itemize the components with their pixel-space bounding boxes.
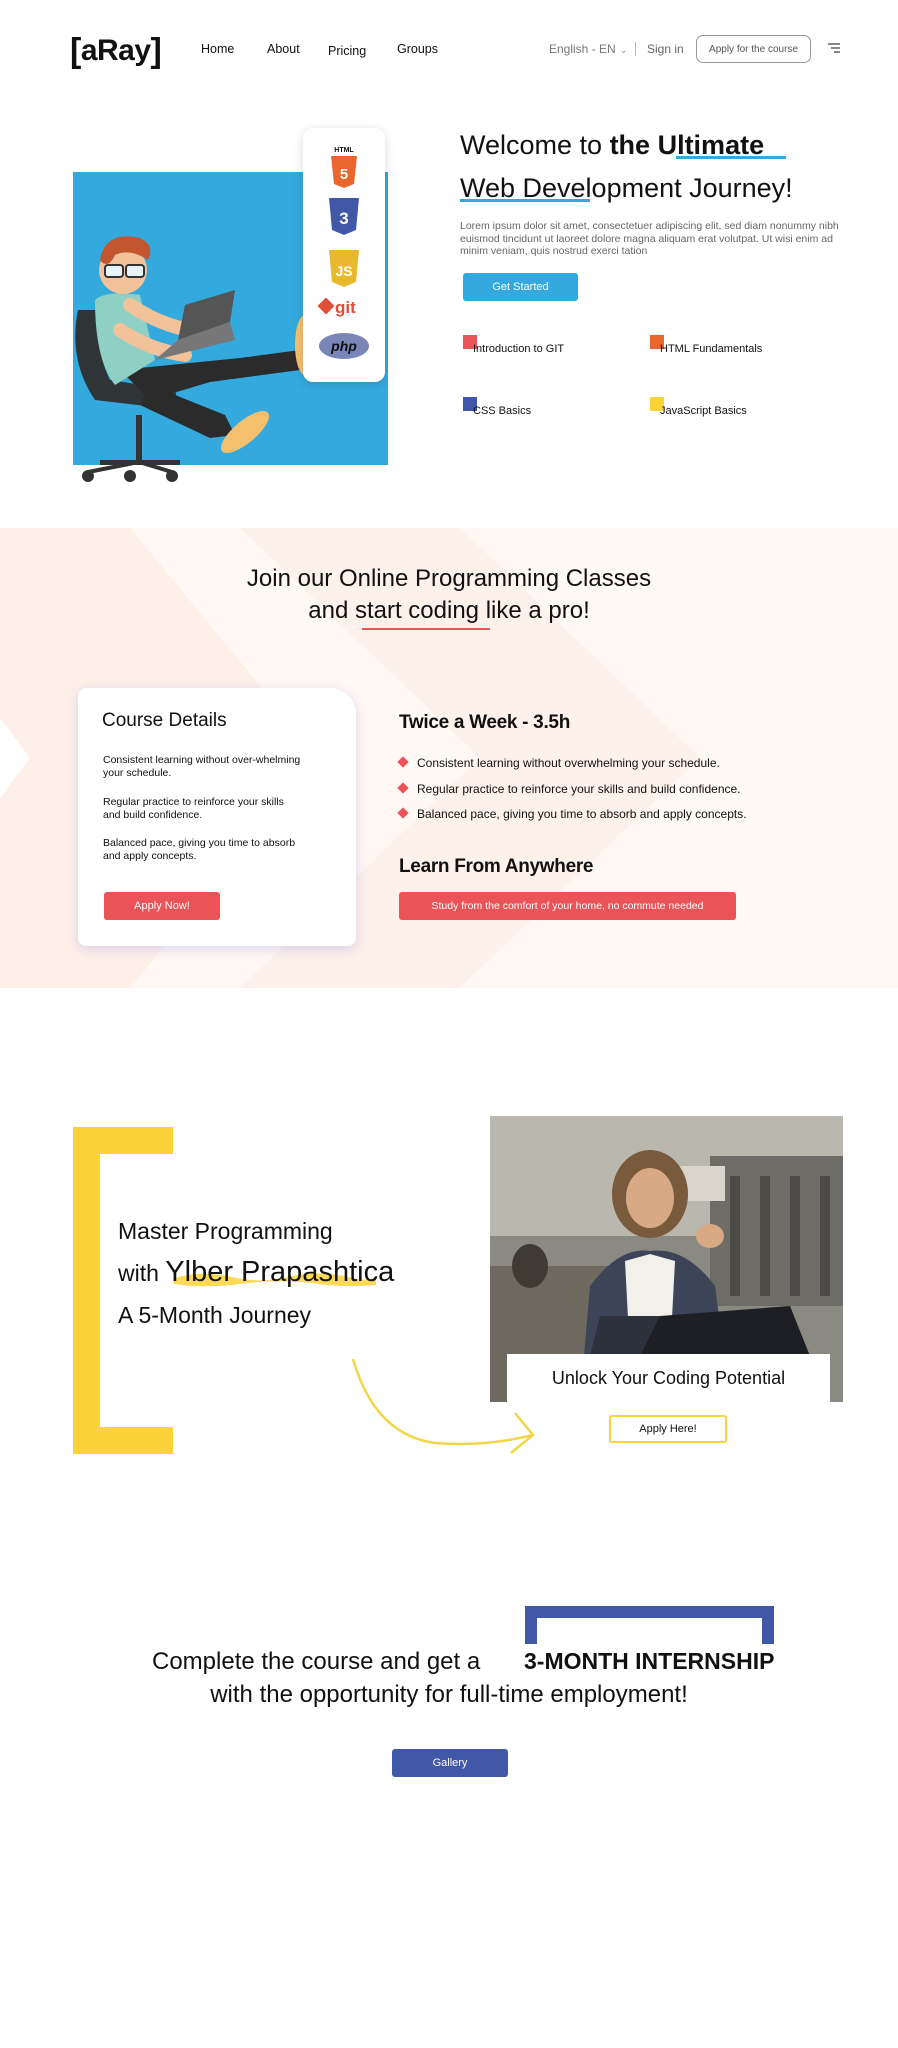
tech-stack-card: HTML 5 3 JS git php	[303, 128, 385, 382]
language-label: English - EN	[549, 42, 616, 56]
anywhere-title: Learn From Anywhere	[399, 856, 594, 877]
svg-text:php: php	[330, 338, 357, 354]
apply-course-button[interactable]: Apply for the course	[696, 35, 811, 63]
internship-highlight: 3-MONTH INTERNSHIP	[524, 1648, 775, 1674]
git-icon: git	[317, 297, 356, 317]
diamond-bullet-icon	[397, 807, 409, 819]
course-point: Consistent learning without over-whelmin…	[103, 754, 301, 779]
language-selector[interactable]: English - EN ⌄	[549, 42, 627, 56]
bullet-text: Consistent learning without overwhelming…	[417, 756, 720, 770]
photo-caption: Unlock Your Coding Potential	[507, 1354, 830, 1403]
title-underline	[676, 156, 786, 159]
hero-title: Welcome to the Ultimate Web Development …	[460, 124, 793, 210]
topic-javascript: JavaScript Basics	[650, 397, 747, 417]
apply-now-button[interactable]: Apply Now!	[104, 892, 220, 920]
course-point: Regular practice to reinforce your skill…	[103, 796, 284, 821]
topic-label: Introduction to GIT	[473, 343, 565, 355]
topic-label: CSS Basics	[473, 405, 532, 417]
svg-text:HTML: HTML	[334, 147, 354, 154]
internship-line1: Complete the course and get a	[152, 1648, 481, 1675]
internship-line2: with the opportunity for full-time emplo…	[210, 1681, 688, 1708]
master-line2: with Ylber Prapashtica	[118, 1256, 394, 1289]
svg-text:git: git	[335, 298, 356, 317]
course-point: Balanced pace, giving you time to absorb…	[103, 837, 296, 862]
html5-icon: HTML 5	[331, 147, 357, 188]
svg-text:JS: JS	[335, 263, 352, 279]
diamond-bullet-icon	[397, 756, 409, 768]
topic-css: CSS Basics	[463, 397, 532, 417]
topic-label: HTML Fundamentals	[660, 343, 763, 355]
bullet-text: Regular practice to reinforce your skill…	[417, 782, 741, 796]
bullet-text: Balanced pace, giving you time to absorb…	[417, 807, 747, 821]
schedule-title: Twice a Week - 3.5h	[399, 712, 571, 733]
master-line3: A 5-Month Journey	[118, 1302, 312, 1328]
diamond-bullet-icon	[397, 782, 409, 794]
nav-groups[interactable]: Groups	[397, 42, 438, 56]
course-details-card: Course Details Consistent learning witho…	[78, 688, 356, 946]
apply-here-button[interactable]: Apply Here!	[609, 1415, 727, 1443]
topic-html: HTML Fundamentals	[650, 335, 763, 355]
classes-heading-line2: and start coding like a pro!	[308, 597, 590, 624]
svg-text:3: 3	[339, 209, 348, 228]
nav-home[interactable]: Home	[201, 42, 234, 56]
nav-divider	[635, 42, 636, 56]
master-prefix: with	[118, 1260, 166, 1286]
php-icon: php	[319, 333, 369, 359]
nav-about[interactable]: About	[267, 42, 300, 56]
gallery-button[interactable]: Gallery	[392, 1749, 508, 1777]
chevron-down-icon: ⌄	[619, 45, 628, 55]
css3-icon: 3	[329, 198, 359, 235]
heading-underline	[362, 628, 490, 630]
anywhere-badge: Study from the comfort of your home, no …	[399, 892, 736, 920]
get-started-button[interactable]: Get Started	[463, 273, 578, 301]
instructor-name: Ylber Prapashtica	[165, 1256, 395, 1288]
schedule-bullet: Regular practice to reinforce your skill…	[397, 782, 741, 796]
top-nav: [aRay] Home About Pricing Groups English…	[0, 0, 898, 100]
classes-heading-line1: Join our Online Programming Classes	[246, 565, 652, 592]
logo[interactable]: [aRay]	[70, 30, 162, 70]
hero-title-prefix: Welcome to	[460, 130, 610, 160]
title-underline	[460, 199, 590, 202]
schedule-bullet: Consistent learning without overwhelming…	[397, 756, 720, 770]
internship-frame	[525, 1606, 774, 1644]
nav-pricing[interactable]: Pricing	[328, 44, 366, 58]
topic-label: JavaScript Basics	[660, 405, 747, 417]
topic-git: Introduction to GIT	[463, 335, 565, 355]
svg-text:5: 5	[340, 166, 348, 183]
yellow-bracket	[73, 1127, 173, 1454]
menu-icon[interactable]	[828, 43, 840, 53]
master-line1: Master Programming	[118, 1218, 333, 1244]
hero-description: Lorem ipsum dolor sit amet, consectetuer…	[460, 220, 839, 257]
developer-illustration	[75, 236, 315, 482]
javascript-icon: JS	[329, 250, 359, 287]
course-card-title: Course Details	[102, 710, 227, 731]
signin-link[interactable]: Sign in	[647, 42, 684, 56]
schedule-bullet: Balanced pace, giving you time to absorb…	[397, 807, 747, 821]
